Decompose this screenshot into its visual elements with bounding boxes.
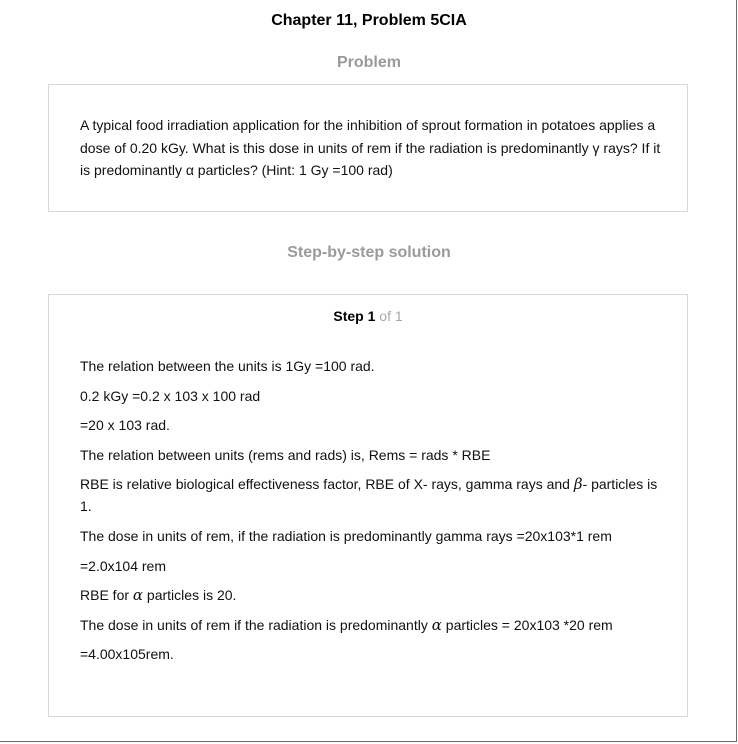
solution-box: Step 1 of 1 The relation between the uni… <box>48 294 688 717</box>
solution-line: =2.0x104 rem <box>80 557 166 574</box>
solution-line: 0.2 kGy =0.2 x 103 x 100 rad <box>80 387 261 404</box>
solution-line: The relation between units (rems and rad… <box>80 446 491 463</box>
page-title: Chapter 11, Problem 5CIA <box>271 12 467 29</box>
problem-statement: A typical food irradiation application f… <box>80 117 661 178</box>
step-number: 1 <box>367 308 376 324</box>
alpha-symbol: α <box>431 615 442 634</box>
problem-box: A typical food irradiation application f… <box>48 84 688 212</box>
solution-line: The dose in units of rem, if the radiati… <box>80 527 612 544</box>
solution-text: particles = 20x103 *20 rem <box>441 616 613 633</box>
alpha-symbol: α <box>132 586 144 605</box>
solution-heading: Step-by-step solution <box>287 244 451 261</box>
solution-line: The relation between the units is 1Gy =1… <box>80 358 375 374</box>
solution-text: RBE for <box>80 587 133 604</box>
solution-line: The dose in units of rem if the radiatio… <box>80 614 670 636</box>
beta-symbol: β <box>573 475 583 494</box>
problem-heading: Problem <box>336 54 401 71</box>
solution-text: The dose in units of rem if the radiatio… <box>80 616 432 633</box>
step-label: Step <box>333 308 364 324</box>
solution-line: RBE is relative biological effectiveness… <box>80 473 670 517</box>
solution-line: RBE for α particles is 20. <box>80 584 670 606</box>
solution-text: particles is 20. <box>143 587 237 604</box>
step-total: of 1 <box>379 308 403 324</box>
solution-line: =20 x 103 rad. <box>80 417 170 434</box>
solution-body: The relation between the units is 1Gy =1… <box>80 355 670 673</box>
step-header: Step 1 of 1 <box>49 308 687 324</box>
solution-line: =4.00x105rem. <box>80 646 174 663</box>
solution-text: RBE is relative biological effectiveness… <box>80 476 574 493</box>
